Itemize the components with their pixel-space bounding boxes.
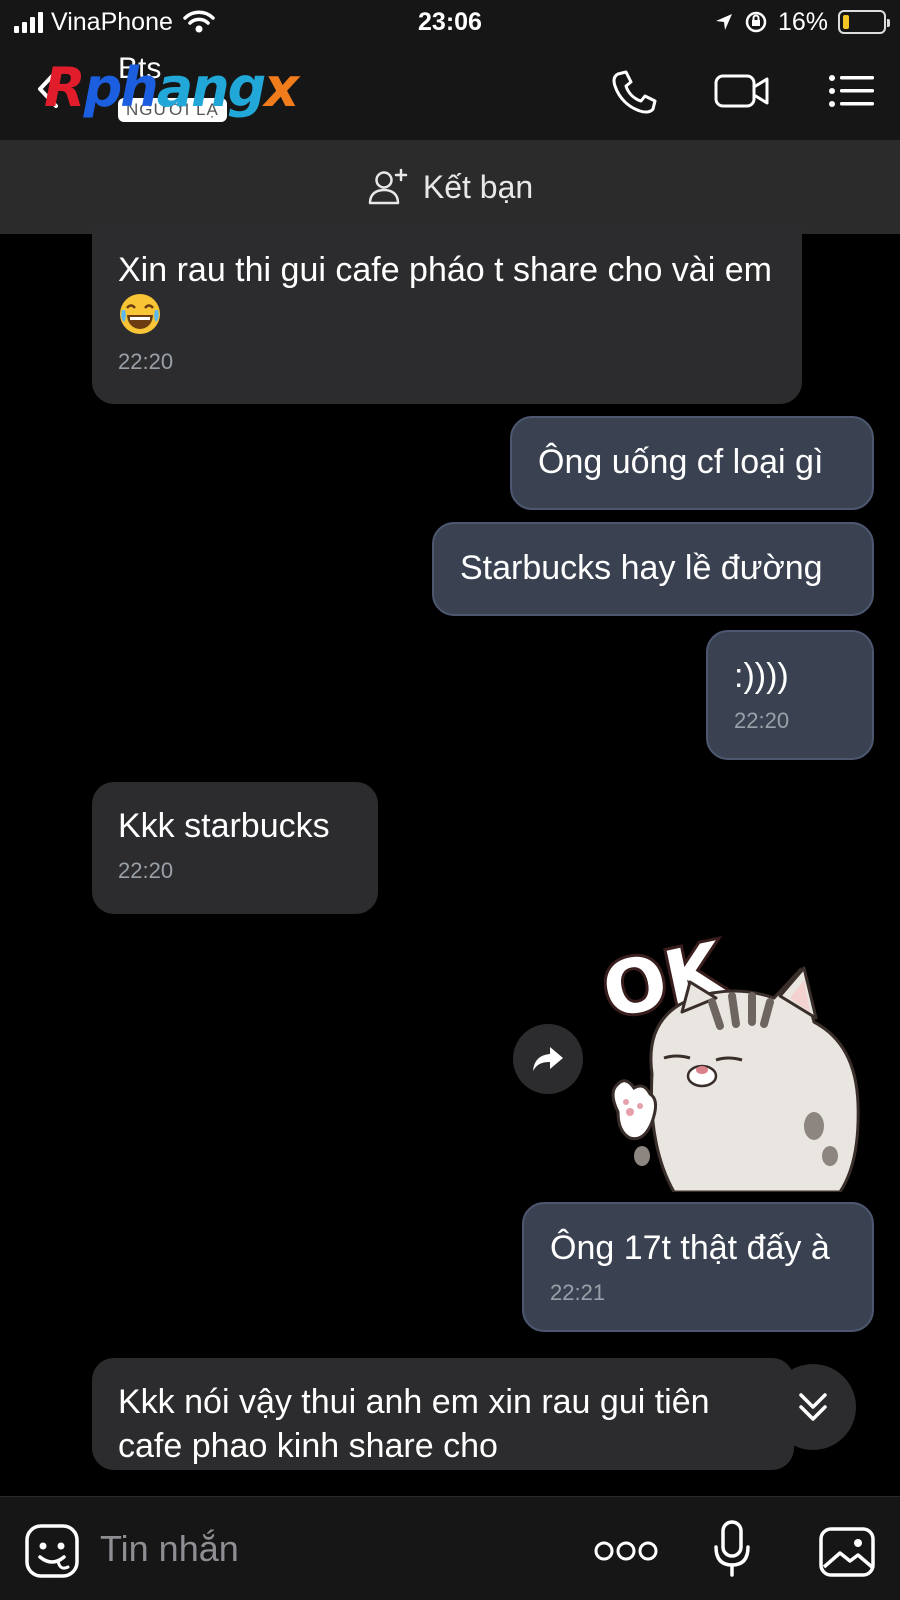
status-bar: VinaPhone 23:06 16% [0,0,900,44]
video-icon[interactable] [712,66,772,116]
message-bubble[interactable]: Starbucks hay lề đường [432,522,874,616]
message-time: 22:20 [118,349,174,374]
scroll-to-bottom-button[interactable] [770,1364,856,1450]
message-bubble[interactable]: Kkk nói vậy thui anh em xin rau gui tiên… [92,1358,794,1470]
message-text: Kkk nói vậy thui anh em xin rau gui tiên… [118,1383,710,1465]
message-text: Ông uống cf loại gì [538,443,824,481]
message-text: Starbucks hay lề đường [460,549,823,587]
message-time: 22:20 [118,858,174,883]
message-bubble[interactable]: Xin rau thi gui cafe pháo t share cho và… [92,226,802,404]
message-input[interactable] [100,1519,560,1579]
ok-cat-sticker[interactable]: OK [604,926,874,1192]
carrier-name: VinaPhone [51,7,173,36]
microphone-icon[interactable] [712,1519,752,1579]
double-chevron-down-icon [799,1393,827,1421]
message-composer [0,1496,900,1600]
menu-icon[interactable] [826,66,878,116]
message-bubble[interactable]: :)))) 22:20 [706,630,874,760]
more-icon[interactable] [594,1531,658,1571]
signal-icon [14,11,43,33]
message-time: 22:21 [550,1280,606,1305]
message-text: Xin rau thi gui cafe pháo t share cho và… [118,251,772,289]
phone-icon[interactable] [606,66,662,116]
message-text: Ông 17t thật đấy à [550,1229,830,1267]
message-bubble[interactable]: Ông 17t thật đấy à 22:21 [522,1202,874,1332]
message-bubble[interactable]: Ông uống cf loại gì [510,416,874,510]
chat-header: Bts NGƯỜI LẠ Rphangx [0,44,900,140]
laughing-emoji-icon [120,294,160,334]
location-arrow-icon [715,14,732,30]
image-icon[interactable] [818,1523,876,1579]
battery-icon [838,10,890,34]
battery-percent: 16% [777,7,828,36]
wifi-icon [183,10,215,33]
add-friend-icon [368,168,408,205]
watermark-logo: Rphangx [44,56,299,119]
rotation-lock-icon [745,11,767,33]
message-text: :)))) [734,657,789,695]
forward-icon [533,1047,563,1071]
add-friend-button[interactable]: Kết bạn [0,140,900,234]
add-friend-label: Kết bạn [422,168,534,205]
message-text: Kkk starbucks [118,807,330,845]
message-bubble[interactable]: Kkk starbucks 22:20 [92,782,378,914]
sticker-icon[interactable] [24,1523,80,1579]
forward-button[interactable] [513,1024,583,1094]
message-time: 22:20 [734,708,790,733]
